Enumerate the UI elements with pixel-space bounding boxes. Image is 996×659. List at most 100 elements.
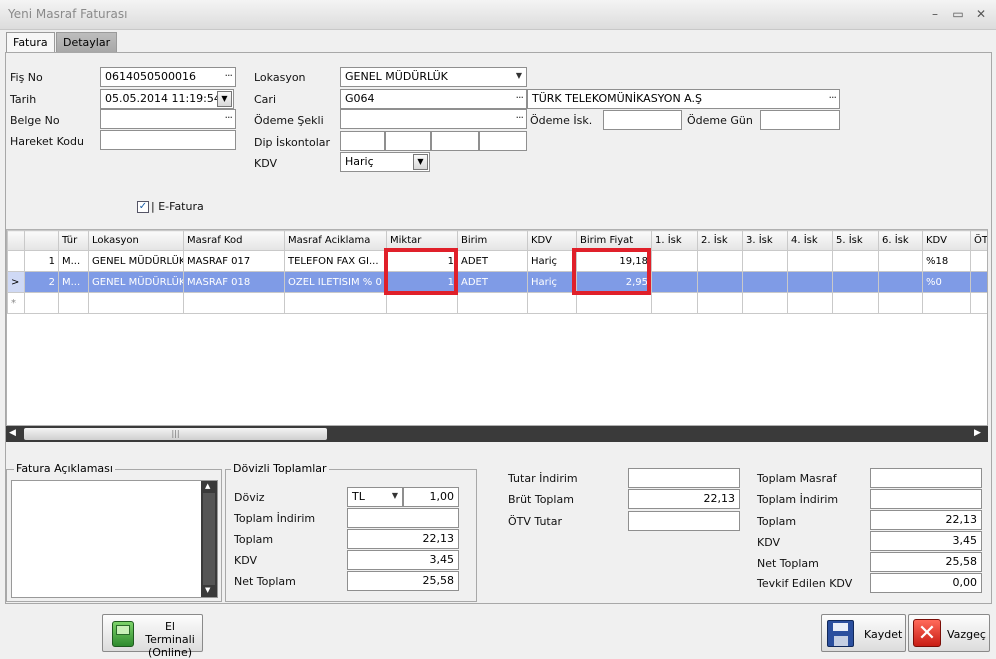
table-row[interactable]: 1 M... GENEL MÜDÜRLÜK MASRAF 017 TELEFON… <box>7 250 987 272</box>
textarea-scroll-track[interactable] <box>203 493 215 585</box>
row-indicator[interactable]: > <box>7 271 25 293</box>
new-row[interactable]: * <box>7 292 987 314</box>
new-row-marker[interactable]: * <box>7 292 25 314</box>
table-row[interactable]: > 2 M... GENEL MÜDÜRLÜK MASRAF 018 OZEL … <box>7 271 987 293</box>
cell-lokasyon[interactable]: GENEL MÜDÜRLÜK <box>88 250 184 272</box>
cell-aciklama[interactable]: OZEL ILETISIM % 0 <box>284 271 387 293</box>
scroll-right-icon[interactable]: ▶ <box>974 428 981 438</box>
cell-isk4[interactable] <box>787 250 833 272</box>
dovizli-net-toplam-field[interactable]: 25,58 <box>347 571 459 591</box>
tarih-field[interactable]: 05.05.2014 11:19:54 ▼ <box>100 89 234 109</box>
el-terminali-button[interactable]: El Terminali (Online) <box>102 614 203 659</box>
toplam-masraf-field[interactable] <box>870 468 982 488</box>
expense-grid[interactable]: Tür Lokasyon Masraf Kod Masraf Aciklama … <box>6 229 988 426</box>
cell-isk5[interactable] <box>832 250 879 272</box>
tab-detaylar[interactable]: Detaylar <box>56 32 118 52</box>
maximize-icon[interactable]: ▭ <box>950 6 966 22</box>
cell-kdv[interactable]: Hariç <box>527 271 577 293</box>
grid-header-isk6[interactable]: 6. İsk <box>878 230 923 251</box>
grid-header-isk5[interactable]: 5. İsk <box>832 230 879 251</box>
minimize-icon[interactable]: – <box>927 6 943 22</box>
cell-masraf-kod[interactable]: MASRAF 017 <box>183 250 285 272</box>
kdv-select[interactable]: Hariç ▼ <box>340 152 430 172</box>
chevron-down-icon[interactable]: ▼ <box>392 491 398 500</box>
grid-header-isk2[interactable]: 2. İsk <box>697 230 743 251</box>
odeme-isk-field[interactable] <box>603 110 682 130</box>
grid-header-masraf-kod[interactable]: Masraf Kod <box>183 230 285 251</box>
cell-isk2[interactable] <box>697 271 743 293</box>
lokasyon-select[interactable]: GENEL MÜDÜRLÜK ▼ <box>340 67 527 87</box>
grid-header-masraf-aciklama[interactable]: Masraf Aciklama <box>284 230 387 251</box>
cell-kdv-oran[interactable]: %18 <box>922 250 971 272</box>
cell-isk6[interactable] <box>878 250 923 272</box>
textarea-scrollbar[interactable]: ▲ ▼ <box>201 481 217 597</box>
otv-tutar-field[interactable] <box>628 511 740 531</box>
cell-birim[interactable]: ADET <box>457 250 528 272</box>
scroll-down-icon[interactable]: ▼ <box>205 586 210 594</box>
brut-toplam-field[interactable]: 22,13 <box>628 489 740 509</box>
dip-iskonto-3[interactable] <box>431 131 479 151</box>
dovizli-toplam-indirim-field[interactable] <box>347 508 459 528</box>
scroll-left-icon[interactable]: ◀ <box>9 428 16 438</box>
cari-code-field[interactable]: G064 ··· <box>340 89 527 109</box>
chevron-down-icon[interactable]: ▼ <box>217 91 232 107</box>
cell-lokasyon[interactable]: GENEL MÜDÜRLÜK <box>88 271 184 293</box>
tevkif-field[interactable]: 0,00 <box>870 573 982 593</box>
toplam-indirim-field[interactable] <box>870 489 982 509</box>
grid-header-isk3[interactable]: 3. İsk <box>742 230 788 251</box>
grid-header-kdv-oran[interactable]: KDV <box>922 230 971 251</box>
cell-otv[interactable] <box>970 271 987 293</box>
odeme-sekli-field[interactable]: ··· <box>340 109 527 129</box>
grid-horizontal-scrollbar[interactable]: ◀ ||| ▶ <box>6 426 988 442</box>
cell-birim[interactable]: ADET <box>457 271 528 293</box>
fis-no-field[interactable]: 0614050500016 ··· <box>100 67 236 87</box>
cell-isk2[interactable] <box>697 250 743 272</box>
efatura-checkbox[interactable]: ✓ <box>137 201 149 213</box>
grid-header-tur[interactable]: Tür <box>58 230 89 251</box>
fatura-aciklamasi-textarea[interactable]: ▲ ▼ <box>11 480 218 598</box>
vazgec-button[interactable]: ✕ Vazgeç <box>908 614 990 652</box>
ellipsis-icon[interactable]: ··· <box>829 91 837 104</box>
scroll-thumb[interactable]: ||| <box>24 428 327 440</box>
dovizli-toplam-field[interactable]: 22,13 <box>347 529 459 549</box>
ellipsis-icon[interactable]: ··· <box>225 69 233 82</box>
cell-isk5[interactable] <box>832 271 879 293</box>
tutar-indirim-field[interactable] <box>628 468 740 488</box>
toplam-field[interactable]: 22,13 <box>870 510 982 530</box>
hareket-kodu-field[interactable] <box>100 130 236 150</box>
dip-iskonto-4[interactable] <box>479 131 527 151</box>
tab-fatura[interactable]: Fatura <box>6 32 55 52</box>
ellipsis-icon[interactable]: ··· <box>225 111 233 124</box>
cell-kdv-oran[interactable]: %0 <box>922 271 971 293</box>
grid-header-isk4[interactable]: 4. İsk <box>787 230 833 251</box>
cell-kdv[interactable]: Hariç <box>527 250 577 272</box>
cell-tur[interactable]: M... <box>58 250 89 272</box>
cell-isk3[interactable] <box>742 250 788 272</box>
cell-masraf-kod[interactable]: MASRAF 018 <box>183 271 285 293</box>
doviz-select[interactable]: TL ▼ <box>347 487 403 507</box>
cell-otv[interactable] <box>970 250 987 272</box>
row-indicator[interactable] <box>7 250 25 272</box>
cell-isk6[interactable] <box>878 271 923 293</box>
net-toplam-field[interactable]: 25,58 <box>870 552 982 572</box>
cell-isk4[interactable] <box>787 271 833 293</box>
kur-field[interactable]: 1,00 <box>403 487 459 507</box>
cell-isk3[interactable] <box>742 271 788 293</box>
kdv-total-field[interactable]: 3,45 <box>870 531 982 551</box>
cari-name-field[interactable]: TÜRK TELEKOMÜNİKASYON A.Ş ··· <box>527 89 840 109</box>
dip-iskonto-1[interactable] <box>340 131 385 151</box>
grid-header-lokasyon[interactable]: Lokasyon <box>88 230 184 251</box>
grid-header-otv[interactable]: ÖTV <box>970 230 987 251</box>
belge-no-field[interactable]: ··· <box>100 109 236 129</box>
ellipsis-icon[interactable]: ··· <box>516 111 524 124</box>
cell-tur[interactable]: M... <box>58 271 89 293</box>
close-icon[interactable]: ✕ <box>973 6 989 22</box>
cell-aciklama[interactable]: TELEFON FAX GI... <box>284 250 387 272</box>
grid-header-isk1[interactable]: 1. İsk <box>651 230 698 251</box>
grid-header-kdv[interactable]: KDV <box>527 230 577 251</box>
odeme-gun-field[interactable] <box>760 110 840 130</box>
chevron-down-icon[interactable]: ▼ <box>516 71 522 80</box>
dip-iskonto-2[interactable] <box>385 131 431 151</box>
chevron-down-icon[interactable]: ▼ <box>413 154 428 170</box>
scroll-up-icon[interactable]: ▲ <box>205 482 210 490</box>
